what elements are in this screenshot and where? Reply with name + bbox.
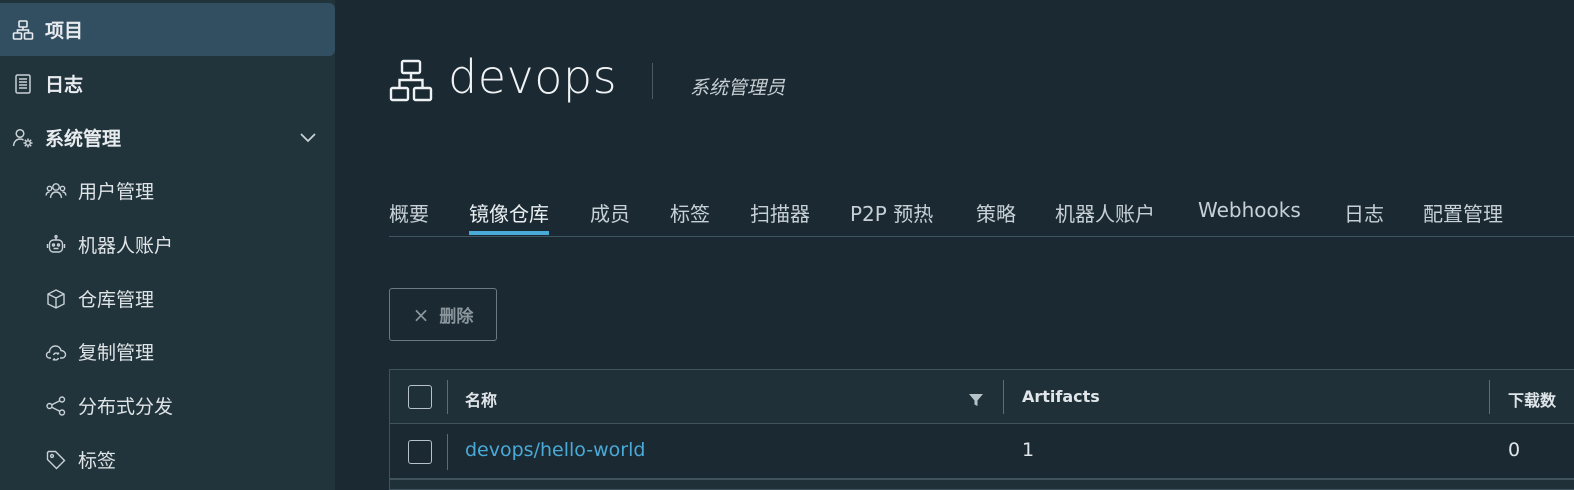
tag-icon — [45, 449, 67, 471]
main-content: devops 系统管理员 概要 镜像仓库 成员 标签 扫描器 P2P 预热 策略… — [335, 0, 1574, 490]
sidebar-item-label: 分布式分发 — [78, 396, 174, 418]
column-separator — [447, 380, 448, 414]
users-icon — [45, 180, 67, 202]
column-header-name[interactable]: 名称 — [465, 387, 497, 411]
tab-labels[interactable]: 标签 — [670, 198, 710, 235]
artifacts-count: 1 — [1022, 439, 1035, 461]
chevron-down-icon[interactable] — [298, 127, 318, 147]
sidebar-item-label: 用户管理 — [78, 181, 155, 203]
sidebar-item-projects[interactable]: 项目 — [0, 3, 335, 56]
row-checkbox[interactable] — [408, 440, 432, 464]
admin-icon — [12, 127, 34, 149]
sidebar-item-distributions[interactable]: 分布式分发 — [0, 379, 335, 432]
sidebar-item-label: 标签 — [78, 450, 117, 472]
sidebar-item-robot-accounts[interactable]: 机器人账户 — [0, 218, 335, 271]
tab-repositories[interactable]: 镜像仓库 — [469, 198, 549, 235]
tab-scanner[interactable]: 扫描器 — [750, 198, 810, 235]
logs-icon — [12, 73, 34, 95]
sidebar-item-label: 复制管理 — [78, 342, 155, 364]
tab-summary[interactable]: 概要 — [389, 198, 429, 235]
sidebar-item-label: 仓库管理 — [78, 289, 155, 311]
sidebar-item-label: 机器人账户 — [78, 235, 174, 257]
page-title: devops — [448, 50, 618, 104]
sidebar-item-registries[interactable]: 仓库管理 — [0, 272, 335, 325]
title-divider — [652, 63, 653, 99]
delete-button[interactable]: × 删除 — [389, 288, 497, 341]
sidebar-item-logs[interactable]: 日志 — [0, 57, 335, 110]
table-header: 名称 Artifacts 下载数 — [390, 370, 1574, 424]
box-icon — [45, 288, 67, 310]
projects-icon — [389, 59, 433, 102]
select-all-checkbox[interactable] — [408, 385, 432, 409]
tab-robot-accounts[interactable]: 机器人账户 — [1055, 198, 1155, 235]
tab-configuration[interactable]: 配置管理 — [1423, 198, 1503, 235]
sidebar-item-admin[interactable]: 系统管理 — [0, 111, 335, 164]
sidebar-item-label: 日志 — [45, 74, 84, 96]
project-tabs: 概要 镜像仓库 成员 标签 扫描器 P2P 预热 策略 机器人账户 Webhoo… — [389, 190, 1574, 237]
tab-webhooks[interactable]: Webhooks — [1198, 198, 1301, 235]
projects-icon — [12, 19, 34, 41]
tab-members[interactable]: 成员 — [590, 198, 630, 235]
sidebar-item-labels[interactable]: 标签 — [0, 433, 335, 486]
table-row: devops/hello-world 1 0 — [390, 424, 1574, 480]
role-label: 系统管理员 — [690, 77, 786, 99]
cloud-sync-icon — [45, 341, 67, 363]
column-header-artifacts[interactable]: Artifacts — [1022, 387, 1100, 406]
filter-icon[interactable] — [968, 392, 984, 408]
tab-logs[interactable]: 日志 — [1344, 198, 1384, 235]
sidebar: 项目 日志 系统管理 用户管理 机器人账户 仓库管理 复制管理 分布式分发 标签 — [0, 0, 335, 490]
column-separator — [1003, 380, 1004, 414]
tab-p2p-preheat[interactable]: P2P 预热 — [850, 198, 933, 235]
pull-count: 0 — [1508, 439, 1521, 461]
column-separator — [1489, 380, 1490, 414]
repository-link[interactable]: devops/hello-world — [465, 439, 645, 461]
sidebar-item-label: 系统管理 — [45, 128, 122, 150]
column-separator — [447, 434, 448, 470]
tab-policy[interactable]: 策略 — [976, 198, 1016, 235]
share-icon — [45, 395, 67, 417]
column-header-pulls[interactable]: 下载数 — [1508, 387, 1556, 411]
delete-button-label: 删除 — [439, 307, 474, 327]
sidebar-item-users[interactable]: 用户管理 — [0, 164, 335, 217]
repositories-table: 名称 Artifacts 下载数 devops/hello-world 1 0 — [389, 369, 1574, 490]
robot-icon — [45, 234, 67, 256]
sidebar-item-replications[interactable]: 复制管理 — [0, 325, 335, 378]
close-icon: × — [412, 302, 430, 327]
sidebar-item-label: 项目 — [45, 20, 84, 42]
